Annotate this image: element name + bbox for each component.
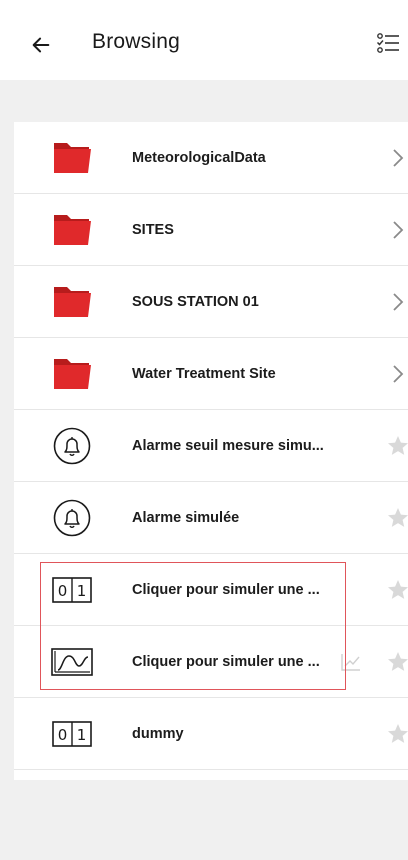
item-label: SITES xyxy=(132,222,174,238)
list-item[interactable]: Alarme simulée xyxy=(14,482,408,554)
list-item[interactable]: 0 1 dummy xyxy=(14,698,408,770)
chevron-right-icon[interactable] xyxy=(386,218,408,242)
item-label: dummy xyxy=(132,726,184,742)
svg-text:0: 0 xyxy=(58,726,68,744)
svg-text:1: 1 xyxy=(77,582,87,600)
item-label: Cliquer pour simuler une ... xyxy=(132,654,320,670)
svg-text:0: 0 xyxy=(58,582,68,600)
folder-icon xyxy=(54,359,91,389)
bell-icon xyxy=(53,427,91,465)
binary-digital-icon: 0 1 xyxy=(52,721,92,747)
filter-list-icon[interactable] xyxy=(374,30,402,58)
chevron-right-icon[interactable] xyxy=(386,290,408,314)
back-arrow-icon[interactable] xyxy=(30,34,52,56)
star-icon[interactable] xyxy=(386,434,408,458)
trend-chart-icon[interactable] xyxy=(340,652,362,672)
list-item[interactable]: SOUS STATION 01 xyxy=(14,266,408,338)
star-icon[interactable] xyxy=(386,506,408,530)
analog-curve-icon xyxy=(51,648,93,676)
folder-icon xyxy=(54,143,91,173)
list-item[interactable]: Cliquer pour simuler une ... xyxy=(14,626,408,698)
folder-icon xyxy=(54,287,91,317)
chevron-right-icon[interactable] xyxy=(386,362,408,386)
item-label: MeteorologicalData xyxy=(132,150,266,166)
list-item[interactable]: Alarme seuil mesure simu... xyxy=(14,410,408,482)
list-item[interactable]: Water Treatment Site xyxy=(14,338,408,410)
list-item[interactable]: 0 1 Cliquer pour simuler une ... xyxy=(14,554,408,626)
star-icon[interactable] xyxy=(386,650,408,674)
star-icon[interactable] xyxy=(386,578,408,602)
item-label: Alarme simulée xyxy=(132,510,240,526)
item-label: SOUS STATION 01 xyxy=(132,294,259,310)
item-label: Water Treatment Site xyxy=(132,366,276,382)
item-label: Alarme seuil mesure simu... xyxy=(132,438,324,454)
chevron-right-icon[interactable] xyxy=(386,146,408,170)
browse-list: MeteorologicalData SITES SOUS STATION 01 xyxy=(14,122,408,780)
list-item[interactable]: SITES xyxy=(14,194,408,266)
app-header: Browsing xyxy=(0,0,408,80)
item-label: Cliquer pour simuler une ... xyxy=(132,582,320,598)
list-item[interactable]: MeteorologicalData xyxy=(14,122,408,194)
binary-digital-icon: 0 1 xyxy=(52,577,92,603)
svg-text:1: 1 xyxy=(77,726,87,744)
star-icon[interactable] xyxy=(386,722,408,746)
bell-icon xyxy=(53,499,91,537)
folder-icon xyxy=(54,215,91,245)
page-title: Browsing xyxy=(92,30,180,53)
